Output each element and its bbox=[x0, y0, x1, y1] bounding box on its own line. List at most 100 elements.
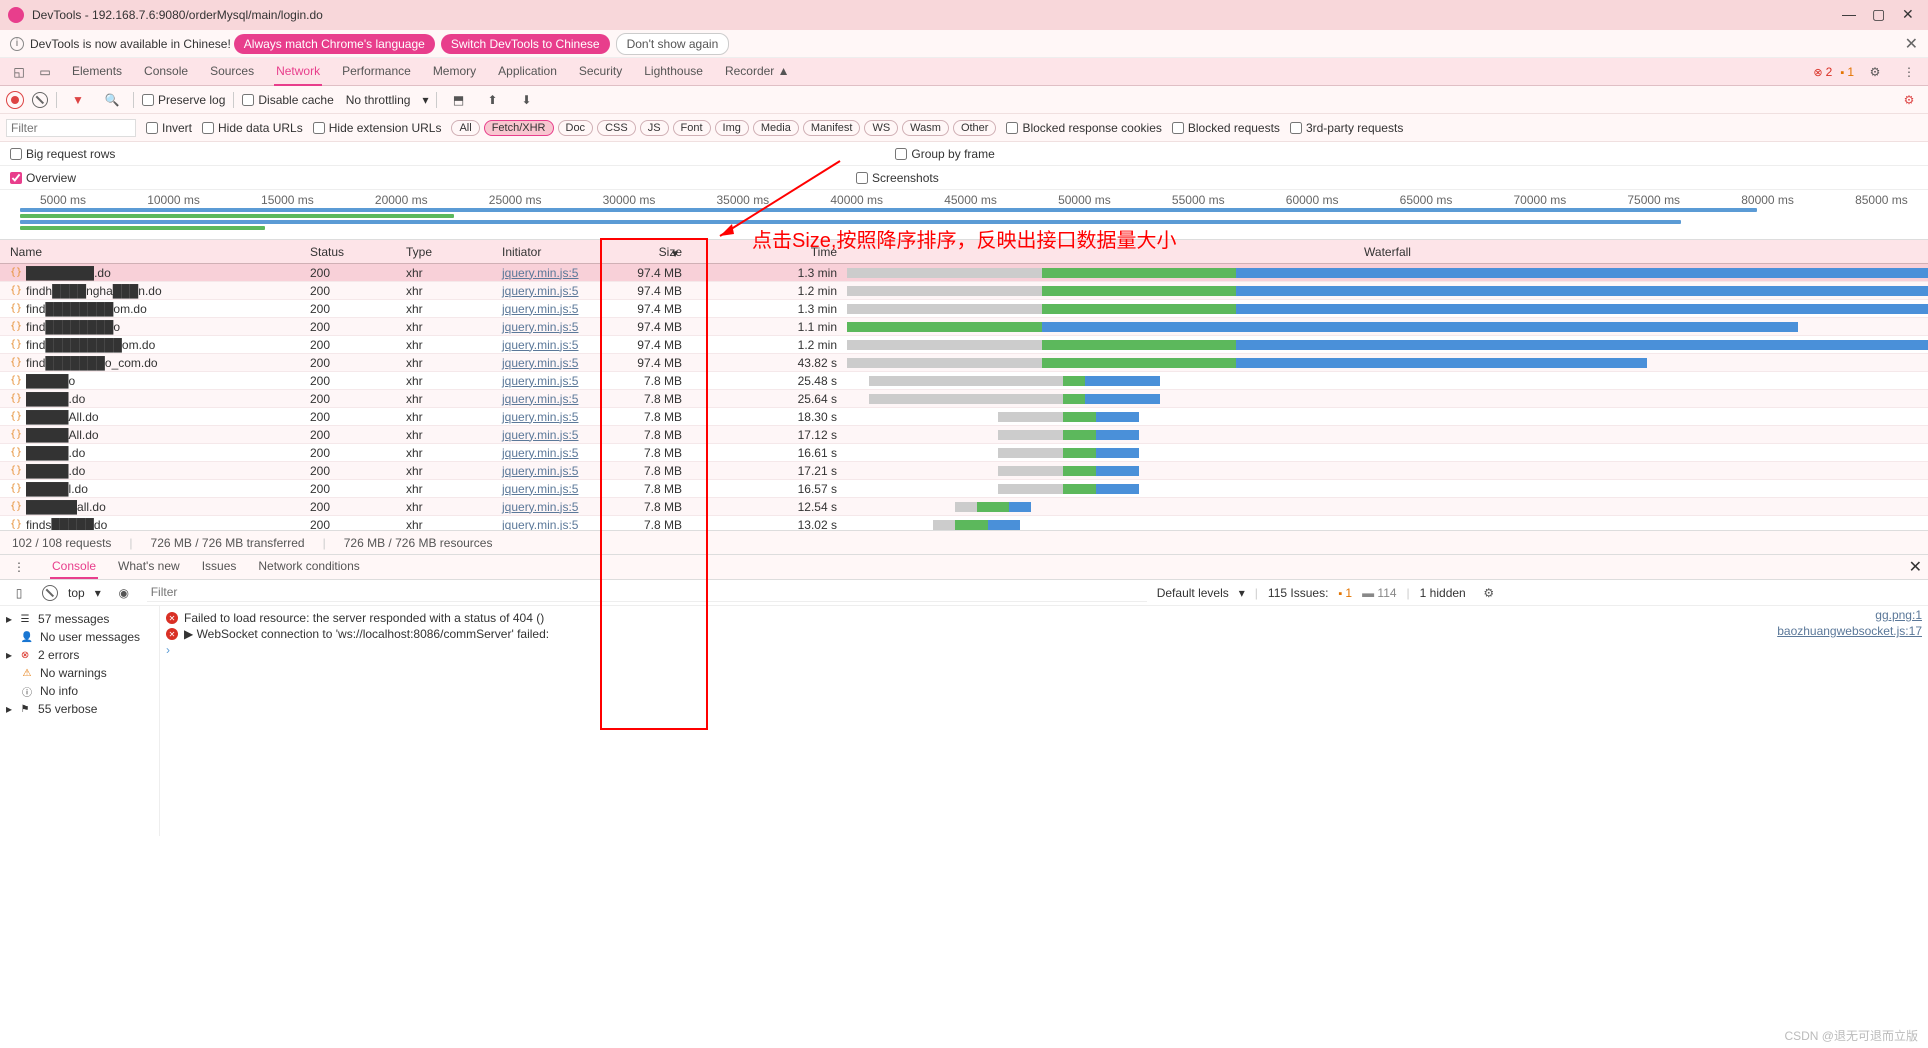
blocked-cookies-checkbox[interactable]: Blocked response cookies bbox=[1006, 121, 1161, 135]
close-infobar-button[interactable]: ✕ bbox=[1905, 34, 1918, 54]
row-initiator[interactable]: jquery.min.js:5 bbox=[502, 266, 578, 280]
console-line[interactable]: ✕Failed to load resource: the server res… bbox=[166, 610, 1922, 626]
group-frame-checkbox[interactable]: Group by frame bbox=[895, 147, 994, 161]
chip-fetchxhr[interactable]: Fetch/XHR bbox=[484, 120, 554, 136]
row-initiator[interactable]: jquery.min.js:5 bbox=[502, 338, 578, 352]
network-row[interactable]: {}find███████o_com.do200xhrjquery.min.js… bbox=[0, 354, 1928, 372]
drawer-tab-networkconditions[interactable]: Network conditions bbox=[256, 555, 361, 579]
sidebar-messages[interactable]: ▸☰57 messages bbox=[6, 610, 153, 628]
tab-recorder[interactable]: Recorder ▲ bbox=[723, 58, 792, 86]
chip-img[interactable]: Img bbox=[715, 120, 749, 136]
row-initiator[interactable]: jquery.min.js:5 bbox=[502, 302, 578, 316]
close-window-button[interactable]: ✕ bbox=[1902, 9, 1914, 21]
network-row[interactable]: {}████████.do200xhrjquery.min.js:597.4 M… bbox=[0, 264, 1928, 282]
network-row[interactable]: {}find█████████om.do200xhrjquery.min.js:… bbox=[0, 336, 1928, 354]
header-waterfall[interactable]: Waterfall bbox=[847, 245, 1928, 259]
header-type[interactable]: Type bbox=[406, 245, 502, 259]
hide-data-urls-checkbox[interactable]: Hide data URLs bbox=[202, 121, 303, 135]
switch-language-button[interactable]: Switch DevTools to Chinese bbox=[441, 34, 610, 54]
console-source-link[interactable]: gg.png:1 bbox=[1875, 608, 1922, 622]
network-row[interactable]: {}█████.do200xhrjquery.min.js:57.8 MB25.… bbox=[0, 390, 1928, 408]
row-initiator[interactable]: jquery.min.js:5 bbox=[502, 284, 578, 298]
inspect-icon[interactable]: ◱ bbox=[6, 61, 32, 83]
chip-ws[interactable]: WS bbox=[864, 120, 898, 136]
chip-wasm[interactable]: Wasm bbox=[902, 120, 949, 136]
upload-har-icon[interactable]: ⬆ bbox=[479, 89, 505, 111]
drawer-more-icon[interactable]: ⋮ bbox=[6, 556, 32, 578]
sidebar-info[interactable]: ⓘNo info bbox=[6, 682, 153, 700]
console-settings-gear-icon[interactable]: ⚙ bbox=[1476, 582, 1502, 604]
tab-console[interactable]: Console bbox=[142, 58, 190, 86]
sidebar-user-messages[interactable]: 👤No user messages bbox=[6, 628, 153, 646]
header-time[interactable]: Time bbox=[692, 245, 847, 259]
console-sidebar-toggle-icon[interactable]: ▯ bbox=[6, 582, 32, 604]
network-row[interactable]: {}find████████om.do200xhrjquery.min.js:5… bbox=[0, 300, 1928, 318]
third-party-checkbox[interactable]: 3rd-party requests bbox=[1290, 121, 1403, 135]
clear-button[interactable] bbox=[32, 92, 48, 108]
error-badge[interactable]: ⊗ 2 bbox=[1813, 65, 1832, 79]
network-row[interactable]: {}find████████o200xhrjquery.min.js:597.4… bbox=[0, 318, 1928, 336]
throttling-select[interactable]: No throttling bbox=[342, 91, 415, 109]
tab-lighthouse[interactable]: Lighthouse bbox=[642, 58, 705, 86]
header-initiator[interactable]: Initiator bbox=[502, 245, 602, 259]
network-row[interactable]: {}█████l.do200xhrjquery.min.js:57.8 MB16… bbox=[0, 480, 1928, 498]
match-language-button[interactable]: Always match Chrome's language bbox=[234, 34, 435, 54]
chip-media[interactable]: Media bbox=[753, 120, 799, 136]
record-button[interactable] bbox=[6, 91, 24, 109]
header-name[interactable]: Name bbox=[0, 245, 310, 259]
row-initiator[interactable]: jquery.min.js:5 bbox=[502, 374, 578, 388]
network-row[interactable]: {}█████.do200xhrjquery.min.js:57.8 MB17.… bbox=[0, 462, 1928, 480]
network-row[interactable]: {}█████o200xhrjquery.min.js:57.8 MB25.48… bbox=[0, 372, 1928, 390]
disable-cache-checkbox[interactable]: Disable cache bbox=[242, 93, 333, 107]
throttling-chevron-icon[interactable]: ▾ bbox=[422, 93, 428, 107]
network-conditions-icon[interactable]: ⬒ bbox=[445, 89, 471, 111]
row-initiator[interactable]: jquery.min.js:5 bbox=[502, 446, 578, 460]
tab-elements[interactable]: Elements bbox=[70, 58, 124, 86]
chip-manifest[interactable]: Manifest bbox=[803, 120, 861, 136]
timeline-overview[interactable]: 5000 ms10000 ms15000 ms20000 ms25000 ms3… bbox=[0, 190, 1928, 240]
more-menu-icon[interactable]: ⋮ bbox=[1896, 61, 1922, 83]
close-drawer-button[interactable]: ✕ bbox=[1909, 557, 1922, 577]
context-select[interactable]: top bbox=[68, 586, 85, 600]
tab-network[interactable]: Network bbox=[274, 58, 322, 86]
settings-gear-icon[interactable]: ⚙ bbox=[1862, 61, 1888, 83]
chip-css[interactable]: CSS bbox=[597, 120, 636, 136]
row-initiator[interactable]: jquery.min.js:5 bbox=[502, 428, 578, 442]
console-source-link[interactable]: baozhuangwebsocket.js:17 bbox=[1777, 624, 1922, 638]
sidebar-verbose[interactable]: ▸⚑55 verbose bbox=[6, 700, 153, 718]
network-row[interactable]: {}██████all.do200xhrjquery.min.js:57.8 M… bbox=[0, 498, 1928, 516]
row-initiator[interactable]: jquery.min.js:5 bbox=[502, 464, 578, 478]
blocked-requests-checkbox[interactable]: Blocked requests bbox=[1172, 121, 1280, 135]
network-row[interactable]: {}finds█████do200xhrjquery.min.js:57.8 M… bbox=[0, 516, 1928, 530]
network-row[interactable]: {}█████All.do200xhrjquery.min.js:57.8 MB… bbox=[0, 408, 1928, 426]
chip-doc[interactable]: Doc bbox=[558, 120, 594, 136]
search-icon[interactable]: 🔍 bbox=[99, 89, 125, 111]
levels-select[interactable]: Default levels bbox=[1157, 586, 1229, 600]
invert-checkbox[interactable]: Invert bbox=[146, 121, 192, 135]
network-row[interactable]: {}findh████ngha███n.do200xhrjquery.min.j… bbox=[0, 282, 1928, 300]
download-har-icon[interactable]: ⬇ bbox=[513, 89, 539, 111]
header-size[interactable]: Size▼ bbox=[602, 245, 692, 259]
hide-extension-urls-checkbox[interactable]: Hide extension URLs bbox=[313, 121, 442, 135]
dont-show-button[interactable]: Don't show again bbox=[616, 33, 730, 55]
chip-other[interactable]: Other bbox=[953, 120, 997, 136]
row-initiator[interactable]: jquery.min.js:5 bbox=[502, 410, 578, 424]
row-initiator[interactable]: jquery.min.js:5 bbox=[502, 518, 578, 531]
tab-application[interactable]: Application bbox=[496, 58, 559, 86]
row-initiator[interactable]: jquery.min.js:5 bbox=[502, 356, 578, 370]
sidebar-errors[interactable]: ▸⊗2 errors bbox=[6, 646, 153, 664]
big-rows-checkbox[interactable]: Big request rows bbox=[10, 147, 115, 161]
overview-checkbox[interactable]: Overview bbox=[10, 171, 76, 185]
minimize-button[interactable]: — bbox=[1842, 9, 1854, 21]
network-row[interactable]: {}█████.do200xhrjquery.min.js:57.8 MB16.… bbox=[0, 444, 1928, 462]
filter-icon[interactable]: ▼ bbox=[65, 89, 91, 111]
filter-input[interactable] bbox=[6, 119, 136, 137]
network-row[interactable]: {}█████All.do200xhrjquery.min.js:57.8 MB… bbox=[0, 426, 1928, 444]
drawer-tab-console[interactable]: Console bbox=[50, 555, 98, 579]
issues-label[interactable]: 115 Issues: bbox=[1268, 586, 1328, 600]
console-line[interactable]: ✕▶ WebSocket connection to 'ws://localho… bbox=[166, 626, 1922, 642]
chip-all[interactable]: All bbox=[451, 120, 479, 136]
console-prompt[interactable]: › bbox=[166, 642, 1922, 658]
console-output[interactable]: ✕Failed to load resource: the server res… bbox=[160, 606, 1928, 836]
network-settings-gear-icon[interactable]: ⚙ bbox=[1896, 89, 1922, 111]
